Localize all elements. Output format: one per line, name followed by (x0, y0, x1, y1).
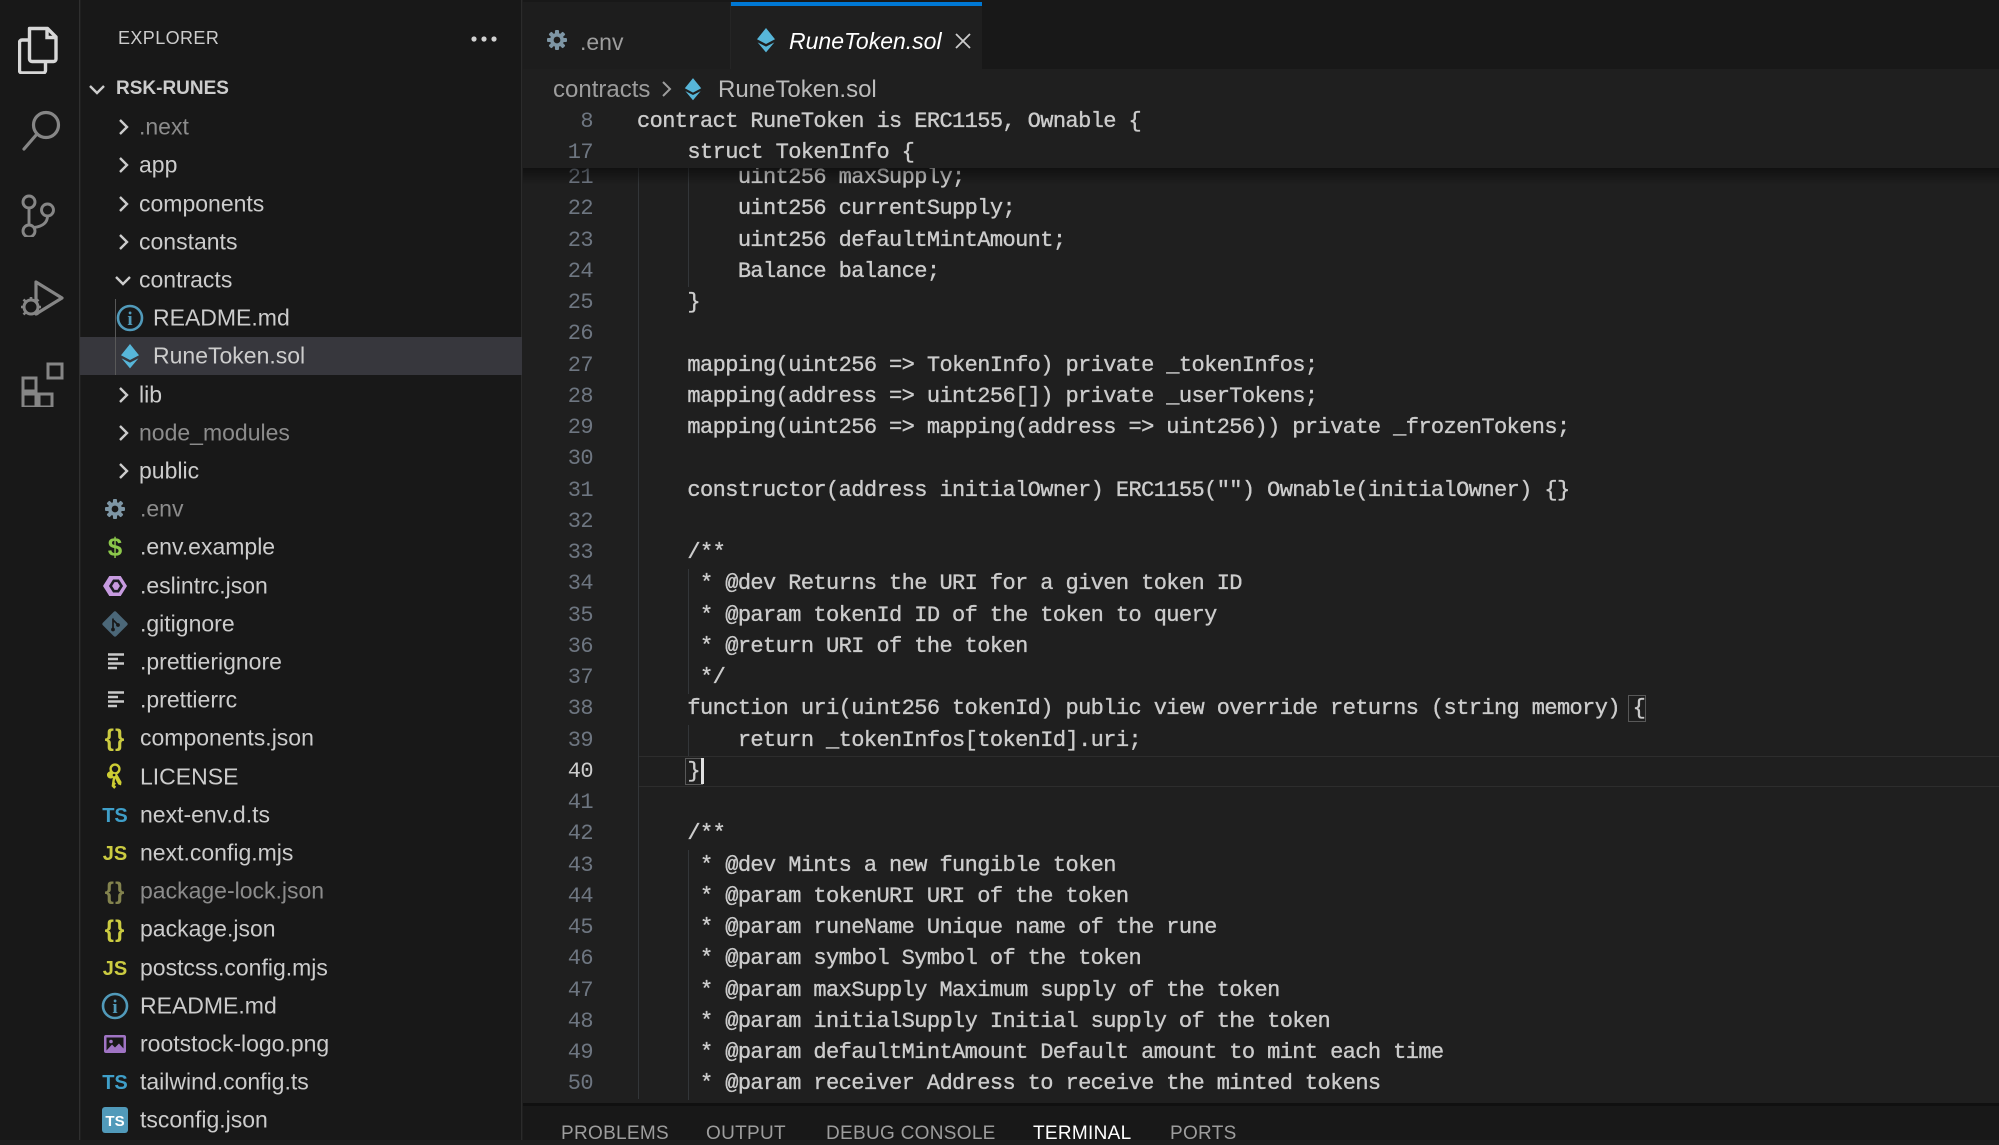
svg-text:{}: {} (105, 916, 126, 943)
svg-text:$: $ (108, 533, 123, 561)
svg-text:JS: JS (103, 843, 127, 865)
svg-text:{}: {} (105, 725, 126, 752)
svg-text:i: i (112, 997, 117, 1018)
svg-text:{}: {} (105, 878, 126, 905)
svg-text:TS: TS (105, 1113, 124, 1130)
svg-text:JS: JS (103, 958, 127, 980)
svg-text:TS: TS (102, 1072, 128, 1094)
svg-text:TS: TS (102, 805, 128, 827)
svg-text:i: i (127, 309, 132, 330)
